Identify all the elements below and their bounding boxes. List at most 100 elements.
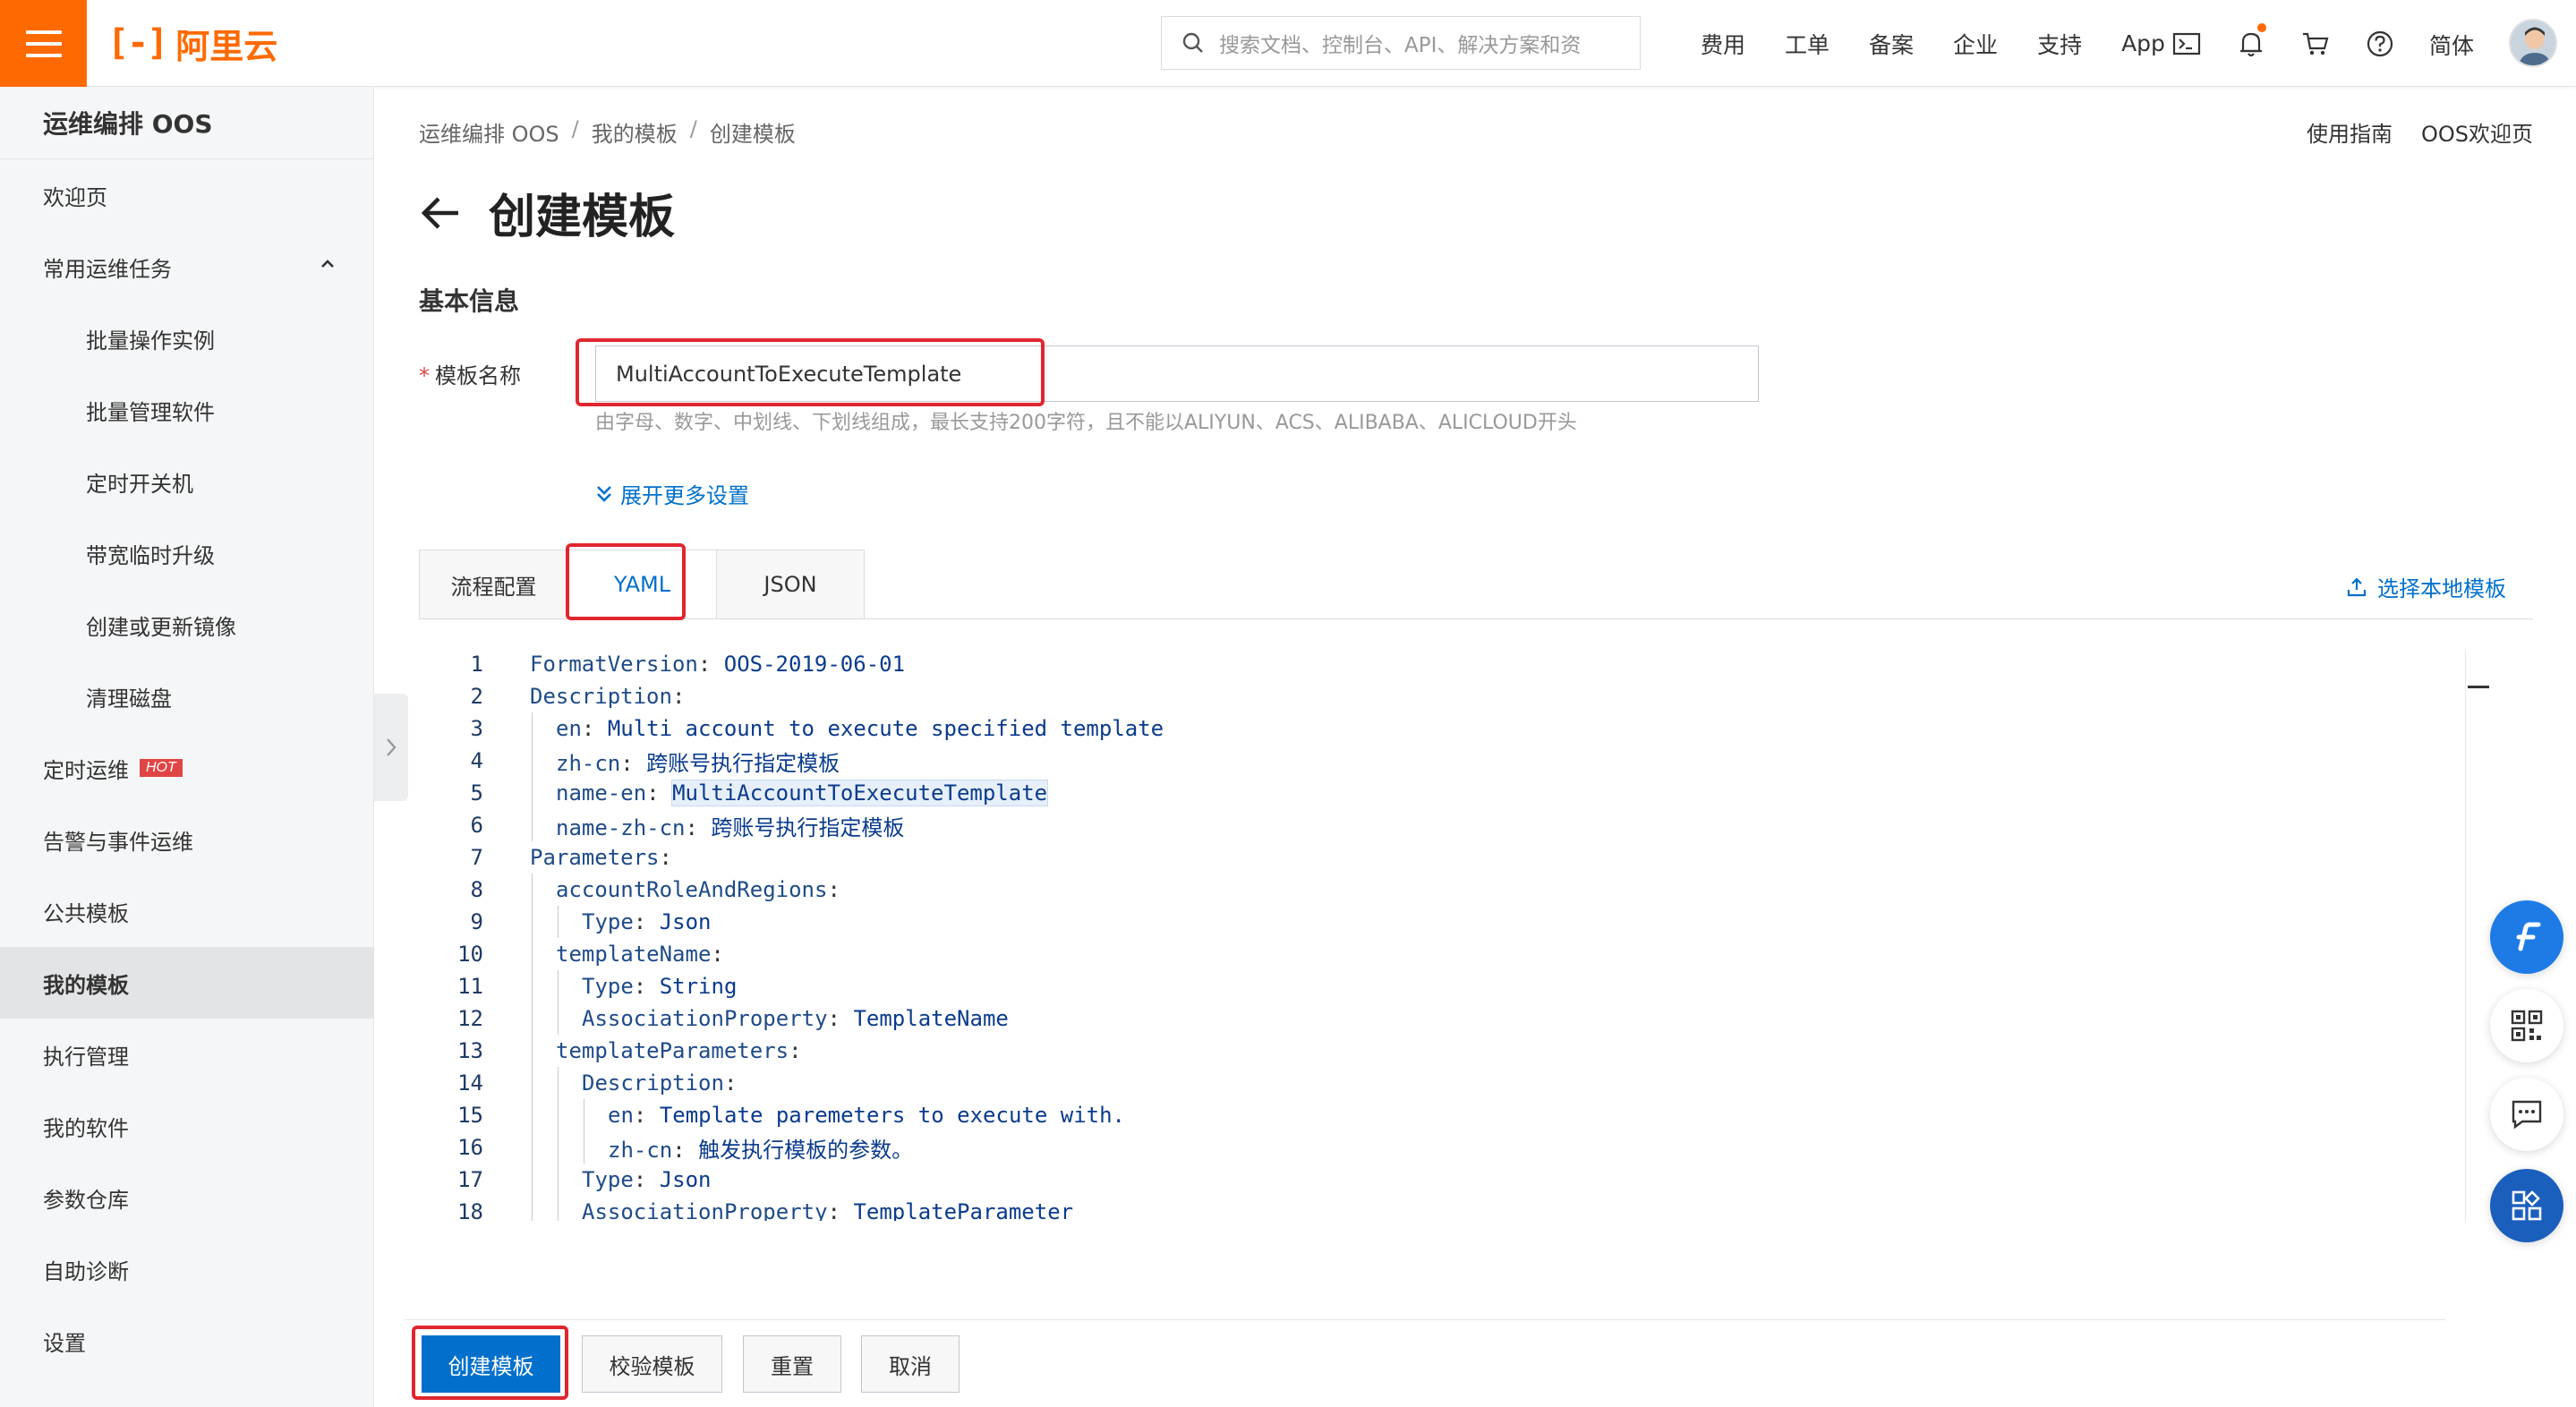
select-local-template-link[interactable]: 选择本地模板 [2347, 571, 2506, 602]
sidebar-item-settings[interactable]: 设置 [0, 1305, 373, 1377]
header-link-filing[interactable]: 备案 [1869, 28, 1914, 60]
bell-icon[interactable] [2234, 23, 2268, 61]
editor-minimap[interactable] [2465, 650, 2490, 1223]
sidebar-item-label: 常用运维任务 [43, 256, 172, 282]
sidebar: 运维编排 OOS 欢迎页 常用运维任务 批量操作实例 批量管理软件 定时开关机 … [0, 87, 374, 1407]
yaml-value: String [659, 974, 738, 999]
language-switch[interactable]: 简体 [2429, 29, 2474, 61]
template-name-value: MultiAccountToExecuteTemplate [616, 361, 962, 387]
breadcrumb-item[interactable]: 运维编排 OOS [419, 116, 559, 148]
sidebar-item-executions[interactable]: 执行管理 [0, 1019, 373, 1090]
code-line: 14 Description: [419, 1067, 2540, 1099]
qrcode-icon[interactable] [2490, 989, 2563, 1062]
code-text: en: Template paremeters to execute with. [608, 1103, 1125, 1128]
breadcrumb-item[interactable]: 我的模板 [592, 116, 678, 148]
back-arrow-icon[interactable] [419, 195, 462, 231]
code-text: name-en: MultiAccountToExecuteTemplate [556, 780, 1049, 806]
header-link-app[interactable]: App [2121, 30, 2165, 56]
sidebar-item-welcome[interactable]: 欢迎页 [0, 159, 373, 231]
code-line: 7 Parameters: [419, 841, 2540, 874]
header-link-fee[interactable]: 费用 [1701, 28, 1745, 60]
yaml-colon: : [633, 1103, 647, 1128]
line-number: 11 [457, 974, 483, 999]
sidebar-item-label: 批量操作实例 [86, 328, 215, 354]
sidebar-item-label: 定时运维 [43, 757, 129, 783]
yaml-key: templateParameters [556, 1038, 789, 1063]
cart-icon[interactable] [2299, 27, 2333, 61]
assistant-f-icon[interactable] [2490, 900, 2563, 974]
breadcrumb: 运维编排 OOS / 我的模板 / 创建模板 [419, 116, 796, 148]
yaml-colon: : [723, 1070, 738, 1096]
header-link-ticket[interactable]: 工单 [1785, 28, 1830, 60]
sidebar-item-parameter-store[interactable]: 参数仓库 [0, 1162, 373, 1233]
sidebar-item-my-templates[interactable]: 我的模板 [0, 947, 373, 1019]
yaml-colon: : [646, 780, 660, 806]
sidebar-item-label: 设置 [43, 1330, 86, 1356]
sidebar-collapse-toggle[interactable] [374, 694, 408, 801]
yaml-key: Parameters [530, 845, 660, 870]
sidebar-item-label: 告警与事件运维 [43, 829, 193, 855]
help-links: 使用指南 OOS欢迎页 [2307, 116, 2533, 148]
yaml-key: Description [530, 684, 672, 709]
yaml-colon: : [827, 1006, 840, 1031]
sidebar-item-clean-disk[interactable]: 清理磁盘 [0, 661, 373, 732]
line-number: 12 [457, 1006, 483, 1031]
sidebar-item-label: 我的模板 [43, 972, 129, 998]
validate-template-button[interactable]: 校验模板 [582, 1335, 722, 1393]
sidebar-item-label: 创建或更新镜像 [86, 614, 236, 640]
user-avatar[interactable] [2509, 19, 2557, 67]
tab-json[interactable]: JSON [716, 550, 865, 619]
sidebar-group-common-tasks[interactable]: 常用运维任务 [0, 231, 373, 303]
required-mark: * [419, 363, 430, 388]
sidebar-item-image-update[interactable]: 创建或更新镜像 [0, 589, 373, 661]
reset-button[interactable]: 重置 [743, 1335, 841, 1393]
expand-settings-link[interactable]: 展开更多设置 [595, 478, 749, 509]
sidebar-item-scheduled-power[interactable]: 定时开关机 [0, 446, 373, 517]
search-input[interactable]: 搜索文档、控制台、API、解决方案和资 [1161, 16, 1641, 70]
indent-guide [532, 906, 533, 938]
yaml-key: en [556, 716, 582, 741]
yaml-key: zh-cn [608, 1137, 673, 1163]
tab-flow-config[interactable]: 流程配置 [419, 550, 567, 619]
code-text: AssociationProperty: TemplateParameter [582, 1199, 1073, 1221]
chat-icon[interactable] [2490, 1078, 2563, 1151]
sidebar-item-my-software[interactable]: 我的软件 [0, 1090, 373, 1162]
line-number: 17 [457, 1167, 483, 1192]
code-text: accountRoleAndRegions: [556, 877, 840, 902]
sidebar-item-self-diagnosis[interactable]: 自助诊断 [0, 1233, 373, 1305]
cancel-button[interactable]: 取消 [861, 1335, 960, 1393]
sidebar-item-label: 清理磁盘 [86, 686, 172, 712]
section-title: 基本信息 [419, 286, 520, 316]
sidebar-item-batch-instances[interactable]: 批量操作实例 [0, 303, 373, 374]
sidebar-item-batch-software[interactable]: 批量管理软件 [0, 374, 373, 446]
code-text: templateName: [556, 942, 724, 967]
apps-grid-icon[interactable] [2490, 1169, 2563, 1242]
sidebar-item-bandwidth-upgrade[interactable]: 带宽临时升级 [0, 517, 373, 589]
yaml-key: en [608, 1103, 634, 1128]
guide-link[interactable]: 使用指南 [2307, 116, 2393, 148]
yaml-key: templateName [556, 942, 712, 967]
welcome-link[interactable]: OOS欢迎页 [2421, 116, 2533, 148]
yaml-code-editor[interactable]: 1 FormatVersion: OOS-2019-06-01 2 Descripti… [419, 637, 2540, 1221]
indent-guide [532, 712, 533, 745]
yaml-colon: : [711, 942, 724, 967]
code-text: zh-cn: 触发执行模板的参数。 [608, 1132, 913, 1164]
aliyun-logo[interactable]: [-] 阿里云 [107, 20, 277, 66]
tab-divider [419, 618, 2533, 619]
sidebar-item-scheduled-ops[interactable]: 定时运维 HOT [0, 732, 373, 804]
code-line: 15 en: Template paremeters to execute wit… [419, 1099, 2540, 1131]
terminal-icon[interactable] [2170, 27, 2204, 61]
yaml-key: name-en [556, 780, 647, 806]
header-link-enterprise[interactable]: 企业 [1953, 28, 1998, 60]
header-link-support[interactable]: 支持 [2037, 28, 2082, 60]
create-template-button[interactable]: 创建模板 [422, 1335, 560, 1393]
tab-yaml[interactable]: YAML [567, 550, 716, 619]
sidebar-item-alert-ops[interactable]: 告警与事件运维 [0, 804, 373, 875]
menu-icon[interactable] [0, 0, 87, 87]
help-icon[interactable] [2363, 27, 2397, 61]
sidebar-title: 运维编排 OOS [0, 87, 373, 159]
sidebar-item-public-templates[interactable]: 公共模板 [0, 875, 373, 947]
template-name-input[interactable]: MultiAccountToExecuteTemplate [595, 345, 1759, 402]
chevron-up-icon [321, 260, 334, 268]
yaml-value: MultiAccountToExecuteTemplate [671, 780, 1049, 806]
